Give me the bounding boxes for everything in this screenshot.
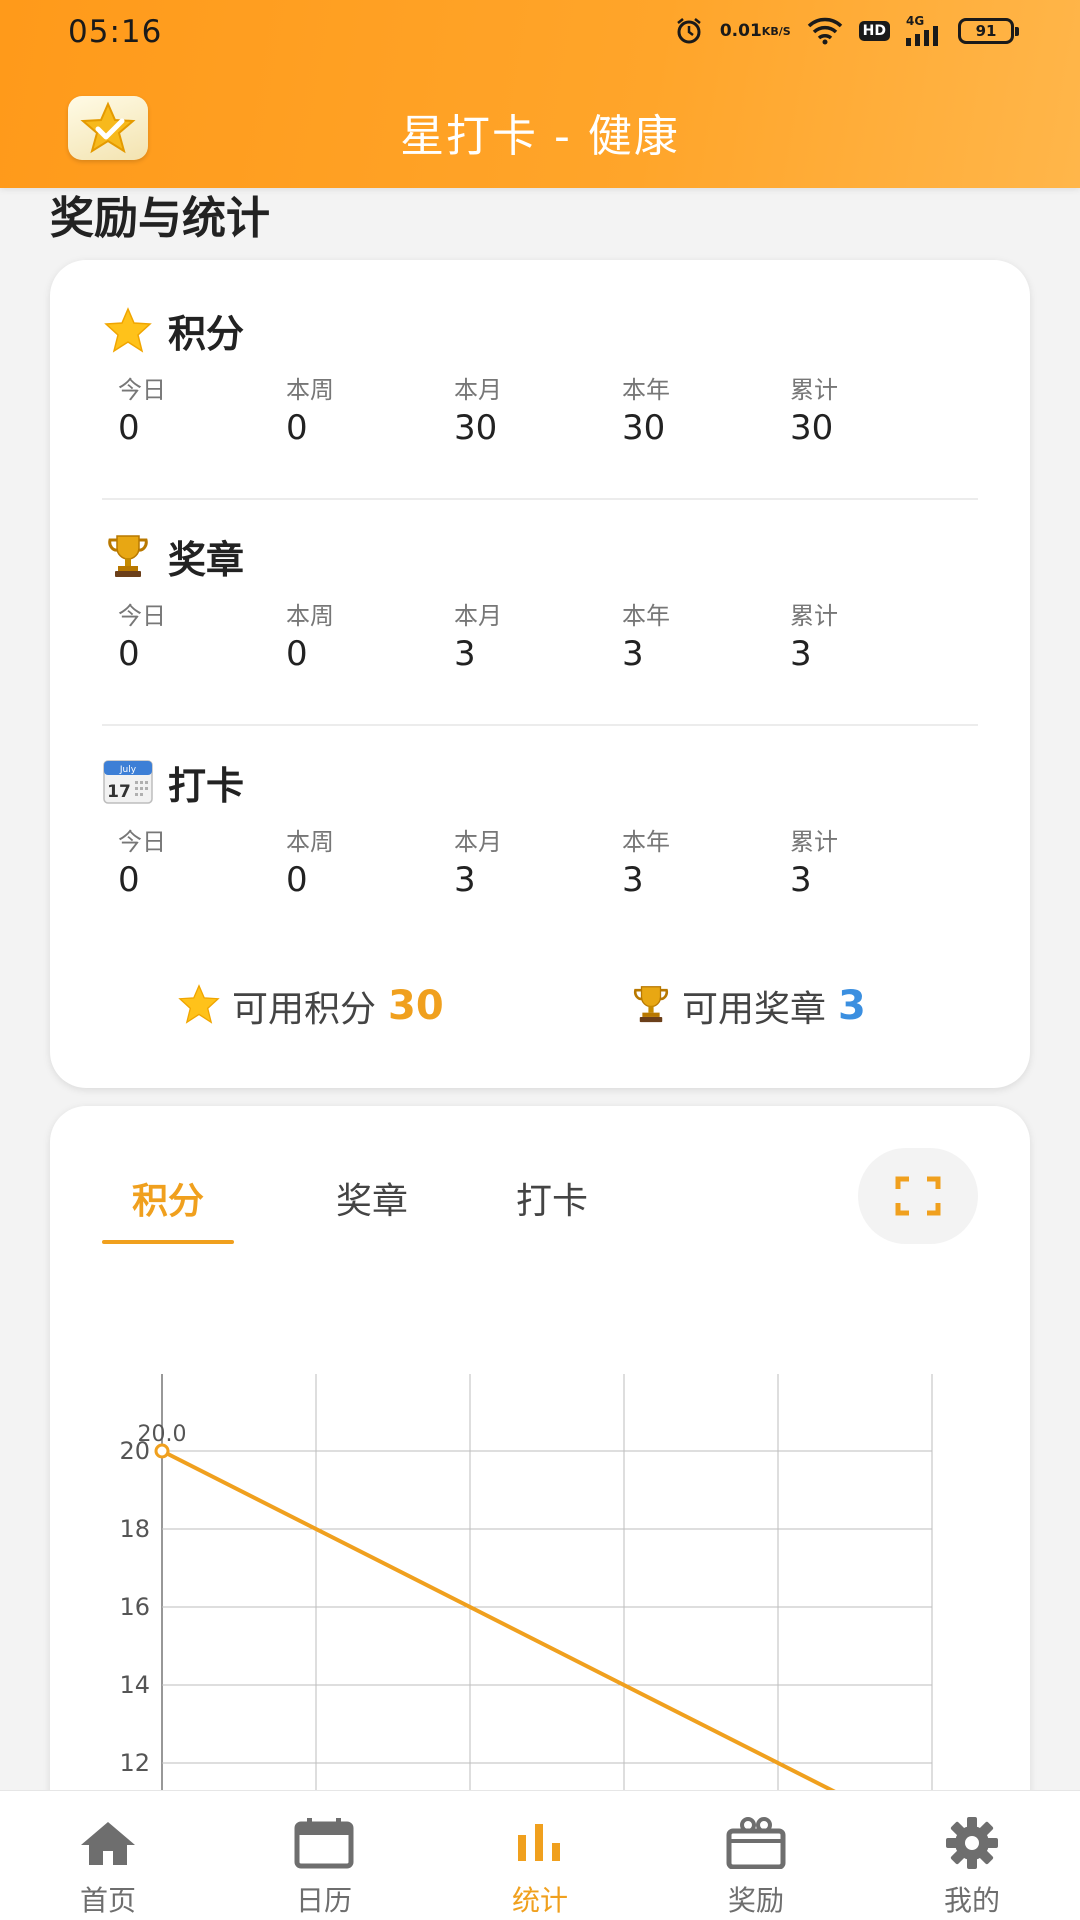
- net-speed: 0.01 KB/S: [719, 20, 791, 41]
- nav-stats[interactable]: 统计: [432, 1791, 648, 1920]
- fullscreen-button[interactable]: [858, 1148, 978, 1244]
- nav-profile-label: 我的: [943, 1884, 1000, 1917]
- fullscreen-icon: [895, 1176, 941, 1216]
- series-line: [161, 1449, 933, 1843]
- status-bar: 05:16 0.01 KB/S HD 4G 91: [0, 0, 1080, 70]
- tab-points[interactable]: 积分: [102, 1166, 234, 1244]
- nav-calendar[interactable]: 日历: [216, 1791, 432, 1920]
- medals-total: 3: [790, 634, 812, 674]
- chart-card: 积分 奖章 打卡 10121416182020.010.0: [50, 1106, 1030, 1881]
- checkins-today: 0: [118, 860, 140, 900]
- medals-year: 3: [622, 634, 644, 674]
- nav-profile[interactable]: 我的: [864, 1791, 1080, 1920]
- medals-label: 奖章: [168, 537, 245, 582]
- col-year: 本年: [622, 828, 670, 856]
- hd-badge: HD: [858, 21, 890, 41]
- bottom-nav: 首页 日历 统计 奖励 我的: [0, 1790, 1080, 1920]
- col-month: 本月: [454, 828, 502, 856]
- available-points-value: 30: [388, 983, 444, 1029]
- alarm-icon: [674, 16, 704, 46]
- gear-icon: [944, 1815, 1000, 1871]
- checkins-year: 3: [622, 860, 644, 900]
- nav-home[interactable]: 首页: [0, 1791, 216, 1920]
- nav-calendar-label: 日历: [295, 1884, 352, 1917]
- status-icons: 0.01 KB/S HD 4G 91: [674, 14, 1019, 46]
- svg-text:17: 17: [107, 782, 131, 802]
- points-total: 30: [790, 408, 834, 448]
- col-year: 本年: [622, 376, 670, 404]
- network-type: 4G: [906, 14, 925, 28]
- available-medals-label: 可用奖章: [682, 989, 827, 1030]
- available-points: 可用积分 30: [178, 980, 444, 1032]
- divider: [102, 498, 978, 500]
- stats-card: 积分 今日 0 本周 0 本月 30 本年 30 累计 30 奖章 今日 0 本周 0 本月 3…: [50, 260, 1030, 1088]
- trophy-icon: [102, 532, 154, 580]
- available-medals: 可用奖章 3: [632, 980, 866, 1032]
- available-medals-value: 3: [838, 983, 866, 1029]
- gift-box-icon: [726, 1815, 786, 1871]
- points-year: 30: [622, 408, 666, 448]
- star-icon: [102, 306, 154, 354]
- data-label: 20.0: [138, 1422, 187, 1447]
- col-year: 本年: [622, 602, 670, 630]
- tab-medals[interactable]: 奖章: [282, 1166, 462, 1238]
- points-label: 积分: [168, 311, 245, 356]
- col-today: 今日: [118, 828, 166, 856]
- tab-checkins[interactable]: 打卡: [462, 1166, 642, 1238]
- y-tick-label: 14: [119, 1671, 150, 1699]
- bar-chart-icon: [515, 1815, 565, 1871]
- divider: [102, 724, 978, 726]
- calendar-emoji-icon: July 17: [102, 758, 154, 806]
- y-tick-label: 18: [119, 1515, 150, 1543]
- signal-icon: 4G: [906, 14, 942, 46]
- calendar-icon: [294, 1815, 354, 1871]
- col-today: 今日: [118, 602, 166, 630]
- svg-text:July: July: [119, 765, 137, 775]
- nav-stats-label: 统计: [511, 1884, 568, 1917]
- nav-home-label: 首页: [79, 1884, 136, 1917]
- y-tick-label: 16: [119, 1593, 150, 1621]
- net-speed-unit: KB/S: [761, 24, 791, 38]
- col-week: 本周: [286, 376, 334, 404]
- col-total: 累计: [790, 376, 838, 404]
- section-title: 奖励与统计: [50, 193, 270, 244]
- app-header: 05:16 0.01 KB/S HD 4G 91 星打卡 - 健康: [0, 0, 1080, 188]
- medals-today: 0: [118, 634, 140, 674]
- battery-indicator: 91: [958, 18, 1019, 44]
- nav-rewards-label: 奖励: [727, 1884, 784, 1917]
- medals-month: 3: [454, 634, 476, 674]
- col-total: 累计: [790, 828, 838, 856]
- nav-rewards[interactable]: 奖励: [648, 1791, 864, 1920]
- col-total: 累计: [790, 602, 838, 630]
- checkins-month: 3: [454, 860, 476, 900]
- status-time: 05:16: [68, 14, 163, 50]
- available-summary: 可用积分 30 可用奖章 3: [50, 980, 1030, 1040]
- col-today: 今日: [118, 376, 166, 404]
- points-today: 0: [118, 408, 140, 448]
- points-block: 积分 今日 0 本周 0 本月 30 本年 30 累计 30: [102, 302, 978, 448]
- home-icon: [78, 1815, 138, 1871]
- points-week: 0: [286, 408, 308, 448]
- star-icon: [178, 984, 220, 1028]
- chart-tabs: 积分 奖章 打卡: [102, 1166, 642, 1246]
- checkins-total: 3: [790, 860, 812, 900]
- page-title: 星打卡 - 健康: [400, 111, 680, 162]
- checkins-block: July 17 打卡 今日 0 本周 0 本月 3 本年 3 累计 3: [102, 754, 978, 900]
- net-speed-value: 0.01: [719, 20, 762, 41]
- medals-week: 0: [286, 634, 308, 674]
- col-week: 本周: [286, 602, 334, 630]
- wifi-icon: [807, 17, 843, 45]
- available-points-label: 可用积分: [232, 989, 377, 1030]
- points-month: 30: [454, 408, 498, 448]
- col-month: 本月: [454, 376, 502, 404]
- y-tick-label: 12: [119, 1749, 150, 1777]
- trophy-icon: [632, 984, 670, 1028]
- col-month: 本月: [454, 602, 502, 630]
- checkins-week: 0: [286, 860, 308, 900]
- col-week: 本周: [286, 828, 334, 856]
- checkins-label: 打卡: [168, 763, 245, 808]
- medals-block: 奖章 今日 0 本周 0 本月 3 本年 3 累计 3: [102, 528, 978, 674]
